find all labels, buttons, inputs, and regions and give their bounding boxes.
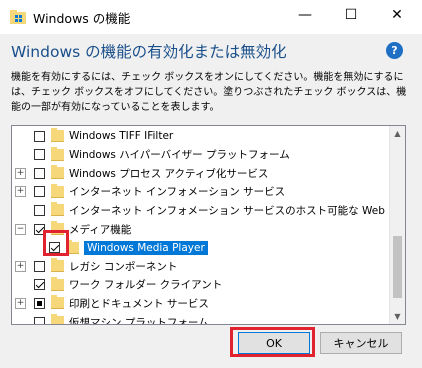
scroll-down-icon[interactable]: ▼ — [390, 309, 405, 324]
feature-row[interactable]: + レガシ コンポーネント — [12, 257, 388, 275]
highlight-ok-box — [230, 327, 315, 357]
folder-icon — [51, 276, 64, 291]
folder-icon — [51, 146, 64, 161]
help-icon[interactable]: ? — [386, 42, 403, 59]
feature-row[interactable]: Windows TIFF IFilter — [12, 127, 388, 145]
folder-icon — [51, 202, 64, 217]
feature-checkbox[interactable] — [34, 167, 45, 179]
page-heading: Windows の機能の有効化または無効化 — [11, 43, 287, 61]
close-icon: ✕ — [391, 7, 403, 23]
folder-icon — [51, 295, 64, 310]
feature-row[interactable]: + インターネット インフォメーション サービス — [12, 183, 388, 201]
folder-icon — [51, 314, 64, 324]
scrollbar-thumb[interactable] — [393, 236, 402, 298]
feature-label: Windows TIFF IFilter — [69, 130, 174, 142]
feature-checkbox[interactable] — [34, 297, 45, 309]
maximize-icon: ☐ — [344, 7, 358, 23]
feature-checkbox[interactable] — [34, 260, 45, 272]
feature-row[interactable]: + Windows プロセス アクティブ化サービス — [12, 164, 388, 182]
feature-checkbox[interactable] — [34, 279, 45, 291]
expand-icon[interactable]: + — [15, 260, 26, 272]
feature-row[interactable]: Windows ハイパーバイザー プラットフォーム — [12, 146, 388, 164]
feature-checkbox[interactable] — [34, 316, 45, 324]
feature-checkbox[interactable] — [34, 186, 45, 198]
feature-label: インターネット インフォメーション サービス — [69, 186, 286, 199]
features-tree[interactable]: Windows TIFF IFilter Windows ハイパーバイザー プラッ… — [11, 125, 406, 325]
feature-label: ワーク フォルダー クライアント — [69, 279, 223, 292]
minimize-button[interactable]: — — [282, 0, 328, 30]
expand-icon[interactable]: + — [15, 167, 26, 179]
cancel-button-label: キャンセル — [333, 337, 389, 350]
feature-checkbox[interactable] — [34, 149, 45, 161]
feature-label: Windows プロセス アクティブ化サービス — [69, 167, 269, 180]
minimize-icon: — — [298, 7, 312, 23]
feature-checkbox[interactable] — [34, 204, 45, 216]
title-bar[interactable]: Windows の機能 — ☐ ✕ — [0, 0, 422, 34]
instructions-text: 機能を有効にするには、チェック ボックスをオンにしてください。機能を無効にするに… — [11, 72, 407, 113]
close-button[interactable]: ✕ — [374, 0, 420, 30]
feature-row[interactable]: ワーク フォルダー クライアント — [12, 276, 388, 294]
feature-label: 印刷とドキュメント サービス — [69, 297, 209, 310]
folder-icon — [51, 165, 64, 180]
collapse-icon[interactable]: − — [15, 223, 26, 235]
feature-checkbox[interactable] — [34, 130, 45, 142]
expand-icon[interactable]: + — [15, 297, 26, 309]
feature-row[interactable]: 仮想マシン プラットフォーム — [12, 313, 388, 325]
expand-icon[interactable]: + — [15, 186, 26, 198]
feature-row[interactable]: インターネット インフォメーション サービスのホスト可能な Web コア — [12, 201, 405, 219]
windows-features-dialog: Windows の機能 — ☐ ✕ Windows の機能の有効化または無効化 … — [0, 0, 422, 368]
feature-label: インターネット インフォメーション サービスのホスト可能な Web コア — [69, 204, 406, 217]
cancel-button[interactable]: キャンセル — [320, 332, 402, 354]
highlight-checkbox-box — [43, 230, 69, 256]
feature-label: レガシ コンポーネント — [69, 260, 178, 273]
maximize-button[interactable]: ☐ — [328, 0, 374, 30]
folder-icon — [51, 128, 64, 142]
feature-label: Windows ハイパーバイザー プラットフォーム — [69, 149, 290, 162]
feature-label: 仮想マシン プラットフォーム — [69, 316, 209, 325]
feature-label: Windows Media Player — [84, 240, 208, 255]
folder-icon — [51, 183, 64, 198]
folder-icon — [51, 258, 64, 273]
scroll-up-icon[interactable]: ▲ — [390, 126, 405, 141]
window-title: Windows の機能 — [33, 11, 131, 26]
feature-row[interactable]: + 印刷とドキュメント サービス — [12, 294, 388, 312]
windows-features-icon — [10, 10, 26, 24]
feature-label: メディア機能 — [69, 223, 132, 236]
vertical-scrollbar[interactable]: ▲ ▼ — [389, 126, 405, 324]
